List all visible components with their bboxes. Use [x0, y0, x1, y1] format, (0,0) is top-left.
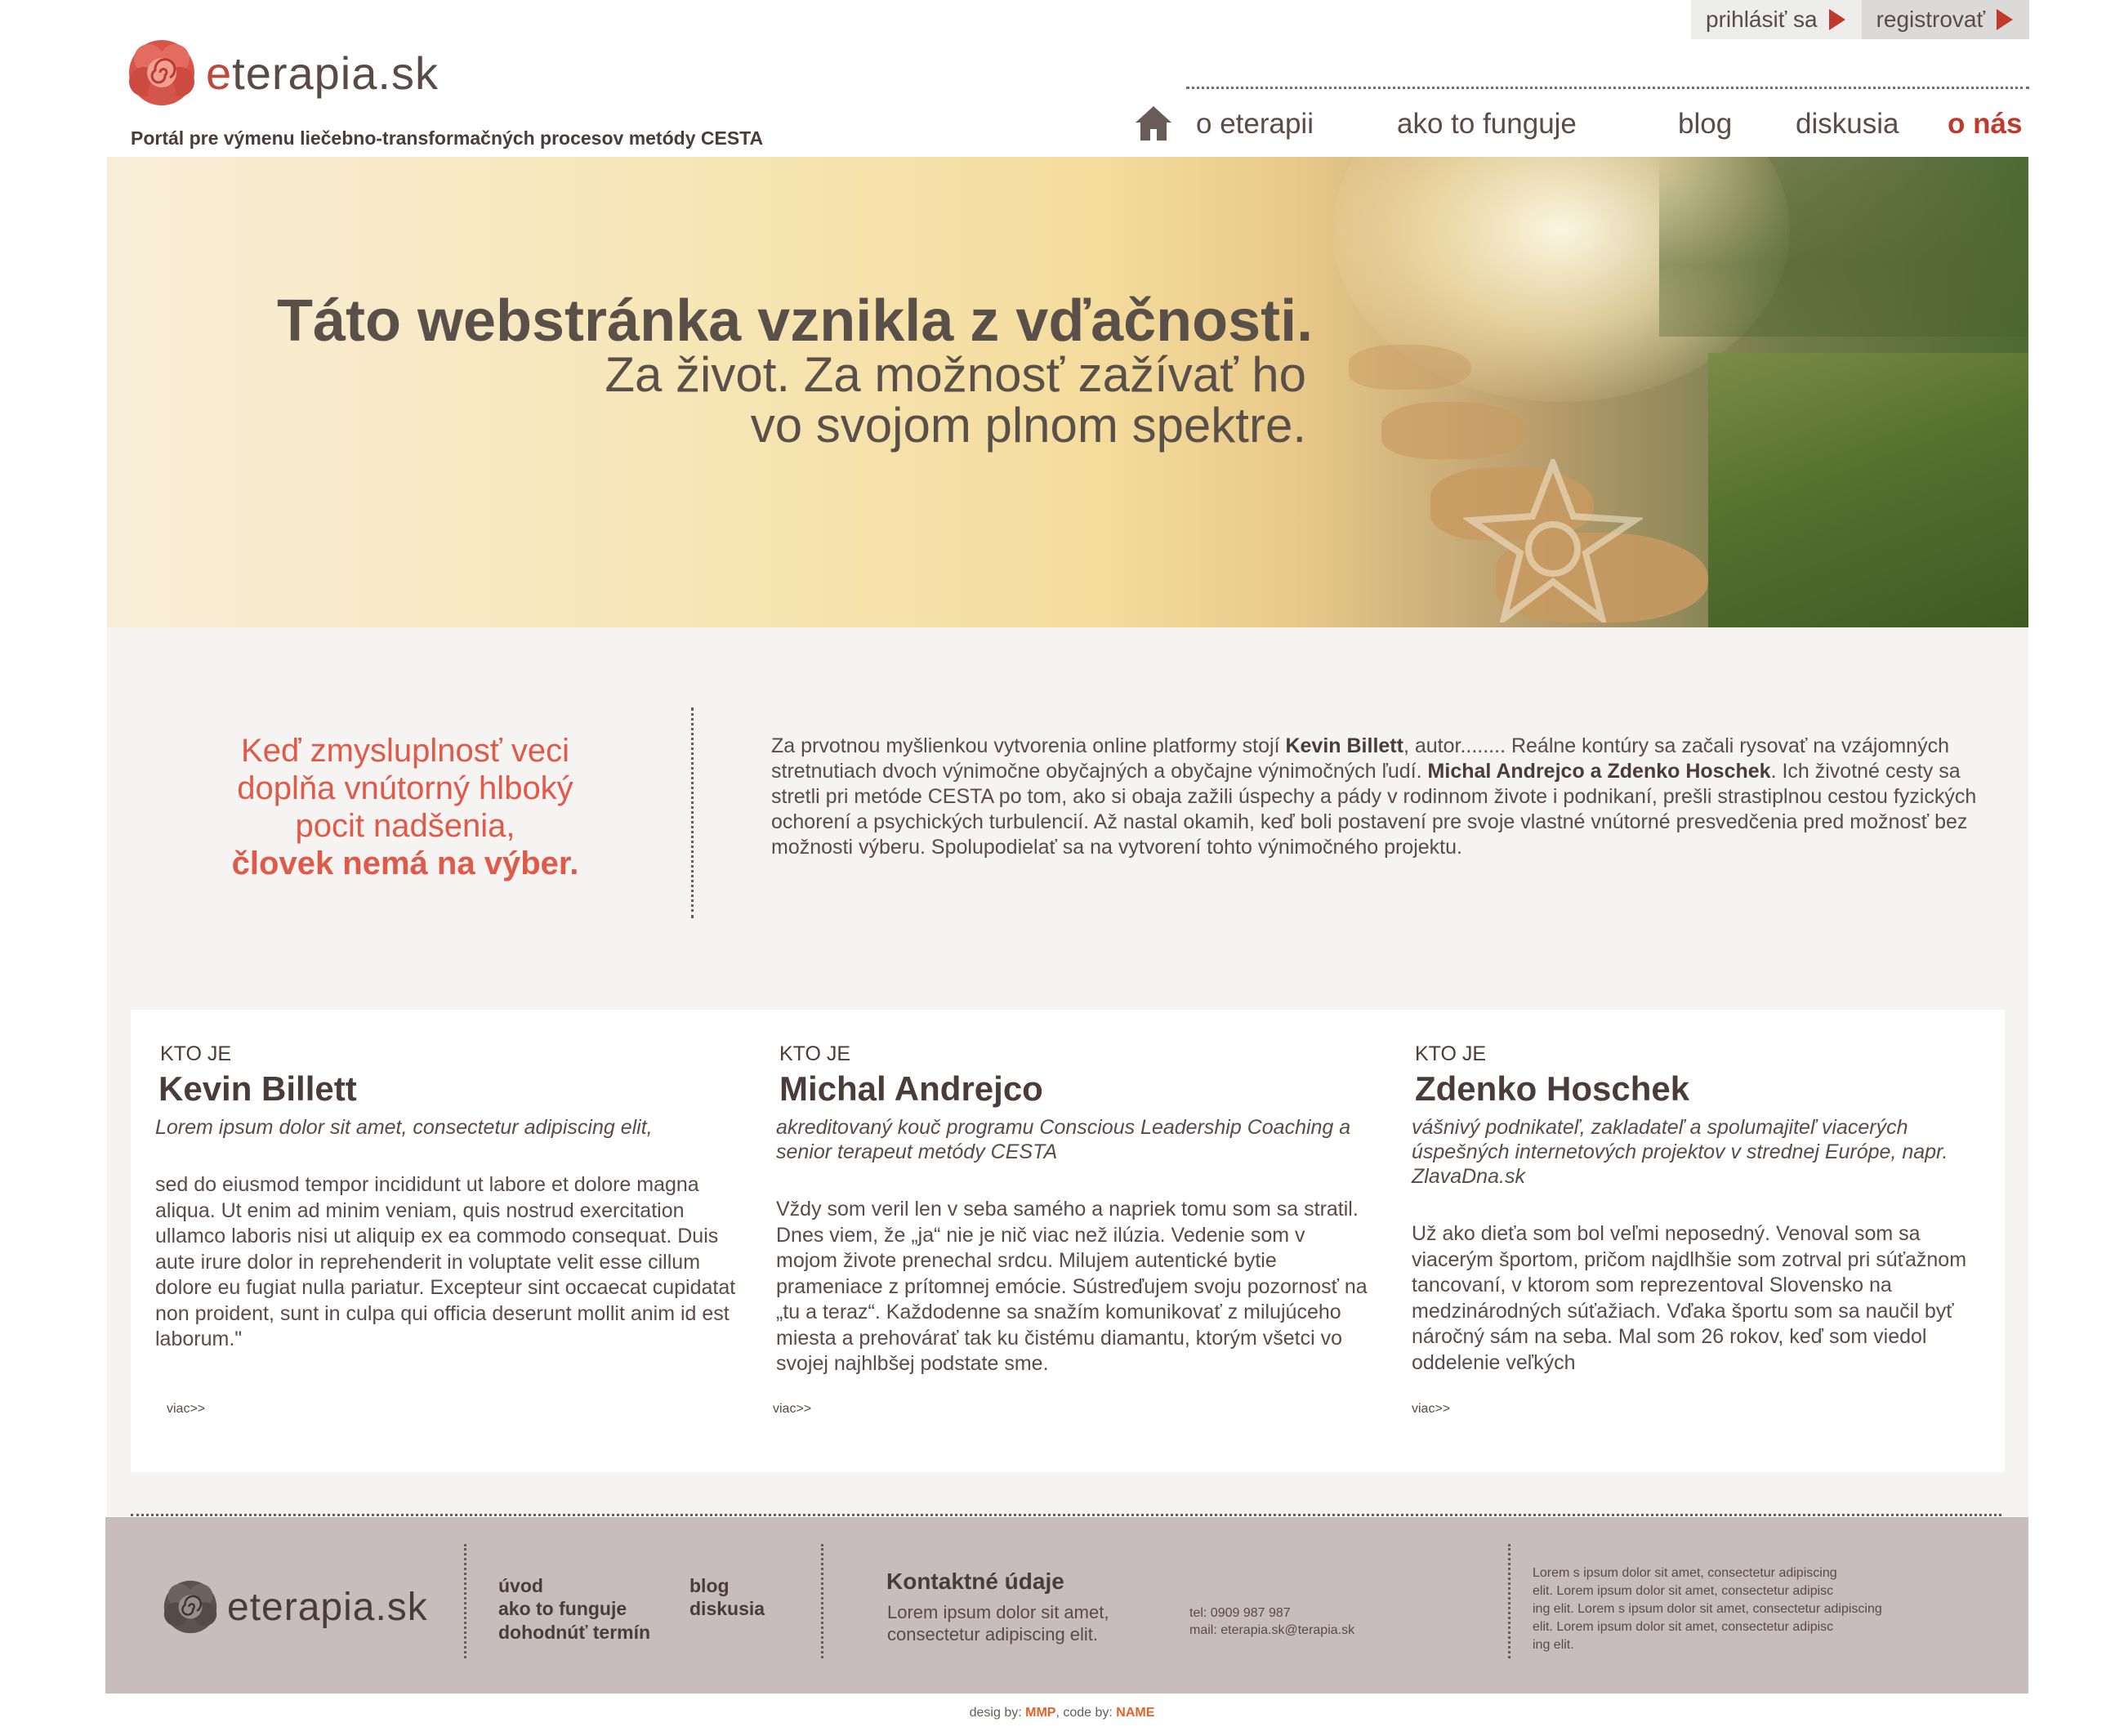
- card-bio: Vždy som veril len v seba samého a napri…: [776, 1198, 1368, 1375]
- contact-email[interactable]: mail: eterapia.sk@terapia.sk: [1189, 1622, 1354, 1640]
- card-more-link[interactable]: viac>>: [773, 1402, 811, 1417]
- footer-divider: [1508, 1544, 1510, 1658]
- card-more-link[interactable]: viac>>: [167, 1402, 205, 1417]
- contact-text-line: Lorem ipsum dolor sit amet,: [887, 1602, 1109, 1622]
- play-triangle-icon: [1997, 9, 2013, 30]
- hero-subtitle-line2: vo svojom plnom spektre.: [750, 398, 1306, 453]
- footer-logo-text: eterapia.sk: [227, 1585, 428, 1629]
- login-label: prihlásiť sa: [1706, 7, 1818, 32]
- path-stone: [1349, 345, 1471, 390]
- footer-link-blog[interactable]: blog: [689, 1575, 730, 1597]
- footer-link-ako-to-funguje[interactable]: ako to funguje: [498, 1598, 627, 1620]
- footer-info-text: Lorem s ipsum dolor sit amet, consectetu…: [1533, 1564, 1957, 1654]
- section-divider: [691, 707, 694, 918]
- footer-info-line: Lorem s ipsum dolor sit amet, consectetu…: [1533, 1566, 1837, 1580]
- contact-text-line: consectetur adipiscing elit.: [887, 1624, 1099, 1645]
- footer-info-line: elit. Lorem ipsum dolor sit amet, consec…: [1533, 1620, 1834, 1634]
- register-label: registrovať: [1876, 7, 1985, 32]
- card-kicker: KTO JE: [160, 1042, 232, 1065]
- quote-line: Keď zmysluplnosť veci: [241, 733, 569, 769]
- card-name: Zdenko Hoschek: [1415, 1069, 1690, 1108]
- contact-title: Kontaktné údaje: [886, 1569, 1064, 1594]
- star-camera-icon: [1463, 459, 1643, 623]
- login-button[interactable]: prihlásiť sa: [1691, 0, 1862, 39]
- card-role: akreditovaný kouč programu Conscious Lea…: [776, 1116, 1351, 1163]
- footer-link-diskusia[interactable]: diskusia: [689, 1598, 765, 1620]
- team-card-michal: KTO JE Michal Andrejco akreditovaný kouč…: [776, 1042, 1368, 1377]
- footer-info-line: ing elit.: [1533, 1638, 1574, 1652]
- card-kicker: KTO JE: [1415, 1042, 1487, 1065]
- register-button[interactable]: registrovať: [1861, 0, 2029, 39]
- nav-ako-to-funguje[interactable]: ako to funguje: [1397, 108, 1577, 141]
- intro-name: Michal Andrejco a Zdenko Hoschek: [1427, 760, 1771, 783]
- quote-line: pocit nadšenia,: [295, 808, 515, 844]
- hero-banner: Táto webstránka vznikla z vďačnosti. Za …: [107, 157, 2028, 627]
- hero-headline: Táto webstránka vznikla z vďačnosti.: [277, 288, 1314, 354]
- card-name: Kevin Billett: [158, 1069, 357, 1108]
- site-tagline: Portál pre výmenu liečebno-transformačný…: [131, 127, 764, 149]
- intro-text: Za prvotnou myšlienkou vytvorenia online…: [771, 734, 1997, 860]
- footer-logo[interactable]: eterapia.sk: [160, 1578, 428, 1636]
- footer-divider: [821, 1544, 823, 1658]
- team-card-zdenko: KTO JE Zdenko Hoschek vášnivý podnikateľ…: [1412, 1042, 1983, 1376]
- team-cards: KTO JE Kevin Billett Lorem ipsum dolor s…: [131, 1010, 2005, 1472]
- intro-part: Za prvotnou myšlienkou vytvorenia online…: [771, 734, 1286, 757]
- nav-divider: [1186, 87, 2029, 89]
- logo-text: eterapia.sk: [206, 47, 439, 99]
- footer-divider: [464, 1544, 466, 1658]
- card-kicker: KTO JE: [779, 1042, 851, 1065]
- footer-info-line: elit. Lorem ipsum dolor sit amet, consec…: [1533, 1584, 1834, 1598]
- path-stone: [1381, 402, 1528, 459]
- credits-code[interactable]: NAME: [1116, 1706, 1154, 1720]
- footer-link-uvod[interactable]: úvod: [498, 1575, 543, 1597]
- hero-grass: [1708, 353, 2028, 627]
- card-role: Lorem ipsum dolor sit amet, consectetur …: [155, 1116, 653, 1139]
- home-icon[interactable]: [1134, 105, 1173, 142]
- rose-logo-icon: [163, 1580, 217, 1634]
- site-logo[interactable]: eterapia.sk: [124, 38, 439, 108]
- card-role: vášnivý podnikateľ, zakladateľ a spoluma…: [1412, 1116, 1948, 1188]
- rose-logo-icon: [129, 40, 194, 105]
- site-credits: desig by: MMP, code by: NAME: [0, 1706, 2124, 1720]
- nav-blog[interactable]: blog: [1678, 108, 1732, 141]
- hero-trees: [1659, 157, 2028, 337]
- motto-quote: Keď zmysluplnosť veci doplňa vnútorný hl…: [107, 732, 703, 882]
- credits-design[interactable]: MMP: [1025, 1706, 1055, 1720]
- nav-diskusia[interactable]: diskusia: [1796, 108, 1899, 141]
- account-bar: prihlásiť sa registrovať: [1691, 0, 2029, 39]
- main-nav: o eterapii ako to funguje blog diskusia …: [1134, 101, 2033, 150]
- team-card-kevin: KTO JE Kevin Billett Lorem ipsum dolor s…: [155, 1042, 747, 1353]
- card-more-link[interactable]: viac>>: [1412, 1402, 1450, 1417]
- footer-divider: [131, 1514, 2001, 1516]
- intro-name: Kevin Billett: [1285, 734, 1403, 757]
- credits-label: , code by:: [1055, 1706, 1117, 1720]
- card-bio: sed do eiusmod tempor incididunt ut labo…: [155, 1173, 736, 1350]
- nav-o-eterapii[interactable]: o eterapii: [1196, 108, 1314, 141]
- play-triangle-icon: [1828, 9, 1845, 30]
- quote-line-emphasis: človek nemá na výber.: [231, 846, 579, 881]
- nav-o-nas[interactable]: o nás: [1948, 108, 2022, 141]
- footer-link-dohodnut-termin[interactable]: dohodnúť termín: [498, 1622, 650, 1644]
- hero-subtitle-line1: Za život. Za možnosť zažívať ho: [605, 347, 1306, 402]
- card-bio: Už ako dieťa som bol veľmi neposedný. Ve…: [1412, 1222, 1967, 1374]
- credits-label: desig by:: [969, 1706, 1026, 1720]
- footer-info-line: ing elit. Lorem s ipsum dolor sit amet, …: [1533, 1602, 1882, 1616]
- card-name: Michal Andrejco: [779, 1069, 1043, 1108]
- hero-subtitle: Za život. Za možnosť zažívať ho vo svojo…: [605, 350, 1306, 451]
- quote-line: doplňa vnútorný hlboký: [237, 770, 573, 806]
- contact-phone: tel: 0909 987 987: [1189, 1606, 1291, 1620]
